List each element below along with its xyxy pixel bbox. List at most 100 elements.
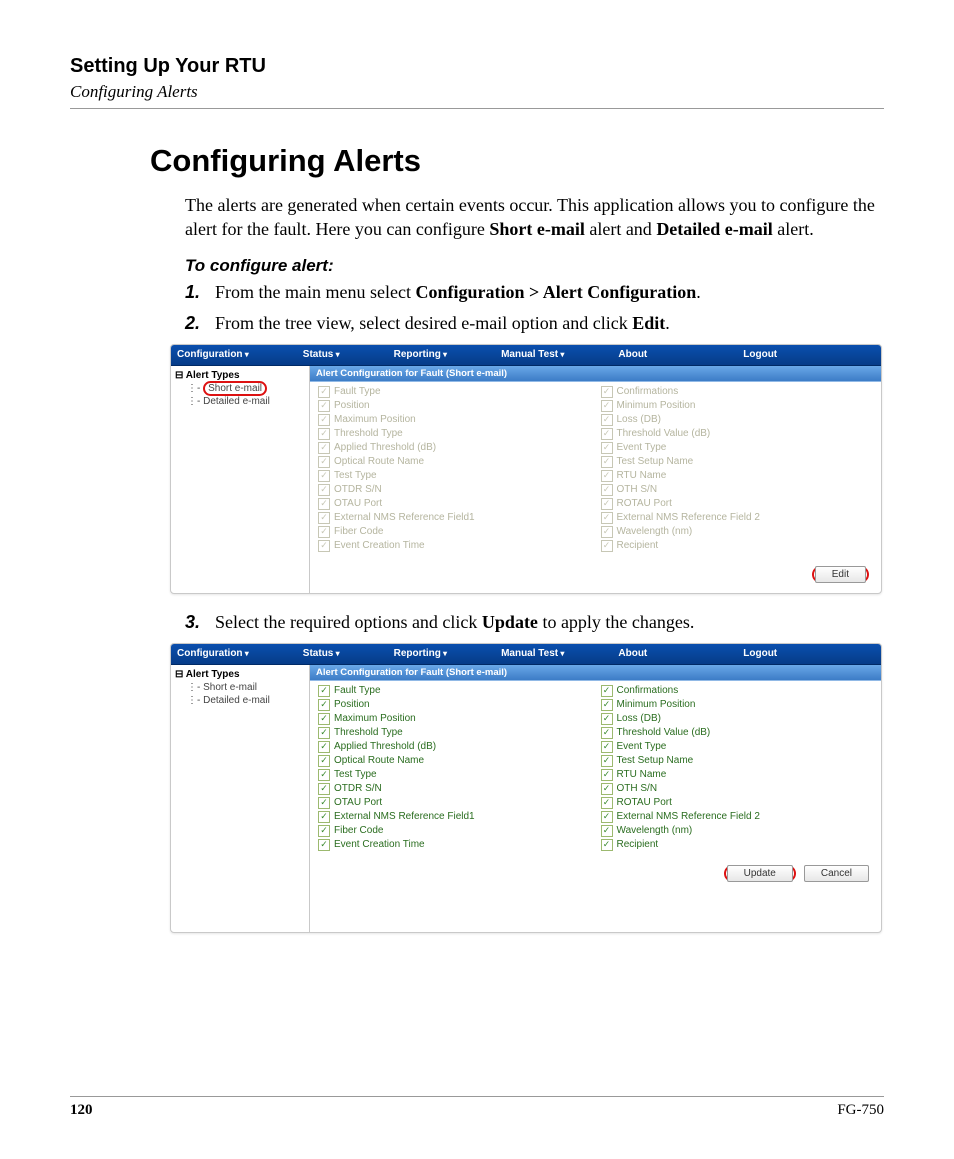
cb-label: RTU Name — [617, 470, 667, 481]
checkbox-icon: ✓ — [318, 400, 330, 412]
cb-max-position[interactable]: ✓Maximum Position — [318, 713, 591, 725]
checkbox-icon[interactable]: ✓ — [601, 727, 613, 739]
checkbox-icon[interactable]: ✓ — [601, 811, 613, 823]
cb-oth-sn[interactable]: ✓OTH S/N — [601, 783, 874, 795]
cb-ext-nms1[interactable]: ✓External NMS Reference Field1 — [318, 811, 591, 823]
intro-detailed: Detailed e-mail — [656, 219, 772, 239]
page-number: 120 — [70, 1102, 93, 1119]
menu-status[interactable]: Status — [297, 349, 346, 360]
cb-ext-nms2[interactable]: ✓External NMS Reference Field 2 — [601, 811, 874, 823]
step-text: From the tree view, select desired e-mai… — [215, 313, 632, 333]
checkbox-icon: ✓ — [318, 470, 330, 482]
edit-button[interactable]: Edit — [815, 566, 866, 583]
checkbox-icon[interactable]: ✓ — [318, 685, 330, 697]
menu-reporting[interactable]: Reporting — [388, 349, 453, 360]
cb-min-position[interactable]: ✓ Minimum Position — [601, 699, 874, 711]
intro-text-b: alert and — [585, 219, 656, 239]
checkbox-icon: ✓ — [601, 428, 613, 440]
checkbox-icon[interactable]: ✓ — [318, 727, 330, 739]
checkbox-icon: ✓ — [601, 526, 613, 538]
tree-item-detailed-email[interactable]: ⋮- Detailed e-mail — [175, 695, 305, 706]
menu-logout[interactable]: Logout — [737, 349, 783, 360]
app-menubar: Configuration Status Reporting Manual Te… — [171, 345, 881, 366]
cb-event-creation[interactable]: ✓Event Creation Time — [318, 839, 591, 851]
checkbox-icon[interactable]: ✓ — [318, 811, 330, 823]
checkbox-icon: ✓ — [601, 414, 613, 426]
checkbox-icon[interactable]: ✓ — [601, 783, 613, 795]
tree-root-alert-types[interactable]: ⊟ Alert Types — [175, 669, 305, 680]
checkbox-icon: ✓ — [601, 498, 613, 510]
cb-loss-db[interactable]: ✓Loss (DB) — [601, 713, 874, 725]
checkbox-icon[interactable]: ✓ — [601, 769, 613, 781]
cb-wavelength[interactable]: ✓Wavelength (nm) — [601, 825, 874, 837]
checkbox-icon[interactable]: ✓ — [601, 685, 613, 697]
menu-configuration[interactable]: Configuration — [171, 349, 255, 360]
tree-item-short-email[interactable]: ⋮- Short e-mail — [175, 383, 305, 394]
step-number: 3. — [185, 612, 215, 633]
cb-label: Test Setup Name — [617, 456, 694, 467]
tree-root-alert-types[interactable]: ⊟ Alert Types — [175, 370, 305, 381]
menu-status[interactable]: Status — [297, 648, 346, 659]
checkbox-icon[interactable]: ✓ — [318, 783, 330, 795]
cb-test-setup[interactable]: ✓Test Setup Name — [601, 755, 874, 767]
checkbox-icon[interactable]: ✓ — [318, 839, 330, 851]
cancel-button[interactable]: Cancel — [804, 865, 869, 882]
cb-rtu-name[interactable]: ✓ RTU Name — [601, 769, 874, 781]
cb-test-type[interactable]: ✓Test Type — [318, 769, 591, 781]
checkbox-icon[interactable]: ✓ — [318, 699, 330, 711]
update-button[interactable]: Update — [727, 865, 793, 882]
highlight-ring: Update — [724, 865, 796, 882]
menu-logout[interactable]: Logout — [737, 648, 783, 659]
cb-rotau-port[interactable]: ✓ROTAU Port — [601, 797, 874, 809]
cb-threshold-type[interactable]: ✓Threshold Type — [318, 727, 591, 739]
tree-item-short-email[interactable]: ⋮- Short e-mail — [175, 682, 305, 693]
cb-otau-port[interactable]: ✓OTAU Port — [318, 797, 591, 809]
cb-min-position: ✓Minimum Position — [601, 400, 874, 412]
checkbox-icon[interactable]: ✓ — [318, 713, 330, 725]
step-tail: . — [696, 282, 701, 302]
cb-position: ✓Position — [318, 400, 591, 412]
cb-fiber-code[interactable]: ✓Fiber Code — [318, 825, 591, 837]
checkbox-icon[interactable]: ✓ — [601, 755, 613, 767]
menu-manual-test[interactable]: Manual Test — [495, 349, 570, 360]
cb-threshold-value[interactable]: ✓Threshold Value (dB) — [601, 727, 874, 739]
cb-label: RTU Name — [617, 769, 667, 780]
cb-applied-threshold: ✓Applied Threshold (dB) — [318, 442, 591, 454]
cb-confirmations[interactable]: ✓Confirmations — [601, 685, 874, 697]
cb-event-type: ✓Event Type — [601, 442, 874, 454]
checkbox-icon[interactable]: ✓ — [601, 699, 613, 711]
cb-position[interactable]: ✓Position — [318, 699, 591, 711]
cb-label: Applied Threshold (dB) — [334, 442, 436, 453]
cb-recipient[interactable]: ✓Recipient — [601, 839, 874, 851]
checkbox-icon[interactable]: ✓ — [318, 769, 330, 781]
menu-manual-test[interactable]: Manual Test — [495, 648, 570, 659]
cb-label: Optical Route Name — [334, 755, 424, 766]
checkbox-icon[interactable]: ✓ — [318, 825, 330, 837]
cb-wavelength: ✓Wavelength (nm) — [601, 526, 874, 538]
cb-event-type[interactable]: ✓Event Type — [601, 741, 874, 753]
checkbox-icon[interactable]: ✓ — [318, 797, 330, 809]
checkbox-icon[interactable]: ✓ — [601, 825, 613, 837]
checkbox-icon[interactable]: ✓ — [601, 797, 613, 809]
menu-configuration[interactable]: Configuration — [171, 648, 255, 659]
cb-fault-type[interactable]: ✓Fault Type — [318, 685, 591, 697]
checkbox-icon[interactable]: ✓ — [318, 755, 330, 767]
checkbox-icon[interactable]: ✓ — [601, 713, 613, 725]
cb-otdr-sn[interactable]: ✓OTDR S/N — [318, 783, 591, 795]
cb-applied-threshold[interactable]: ✓Applied Threshold (dB) — [318, 741, 591, 753]
checkbox-icon[interactable]: ✓ — [601, 741, 613, 753]
menu-about[interactable]: About — [612, 648, 653, 659]
cb-label: Event Creation Time — [334, 540, 425, 551]
menu-reporting[interactable]: Reporting — [388, 648, 453, 659]
checkbox-icon[interactable]: ✓ — [318, 741, 330, 753]
step-tail: . — [665, 313, 670, 333]
cb-label: OTDR S/N — [334, 484, 382, 495]
checkbox-icon: ✓ — [601, 386, 613, 398]
menu-about[interactable]: About — [612, 349, 653, 360]
intro-text-c: alert. — [773, 219, 814, 239]
tree-item-detailed-email[interactable]: ⋮- Detailed e-mail — [175, 396, 305, 407]
checkbox-icon[interactable]: ✓ — [601, 839, 613, 851]
step-text: Select the required options and click — [215, 612, 482, 632]
cb-optical-route[interactable]: ✓ Optical Route Name — [318, 755, 591, 767]
cb-label: Minimum Position — [617, 699, 696, 710]
